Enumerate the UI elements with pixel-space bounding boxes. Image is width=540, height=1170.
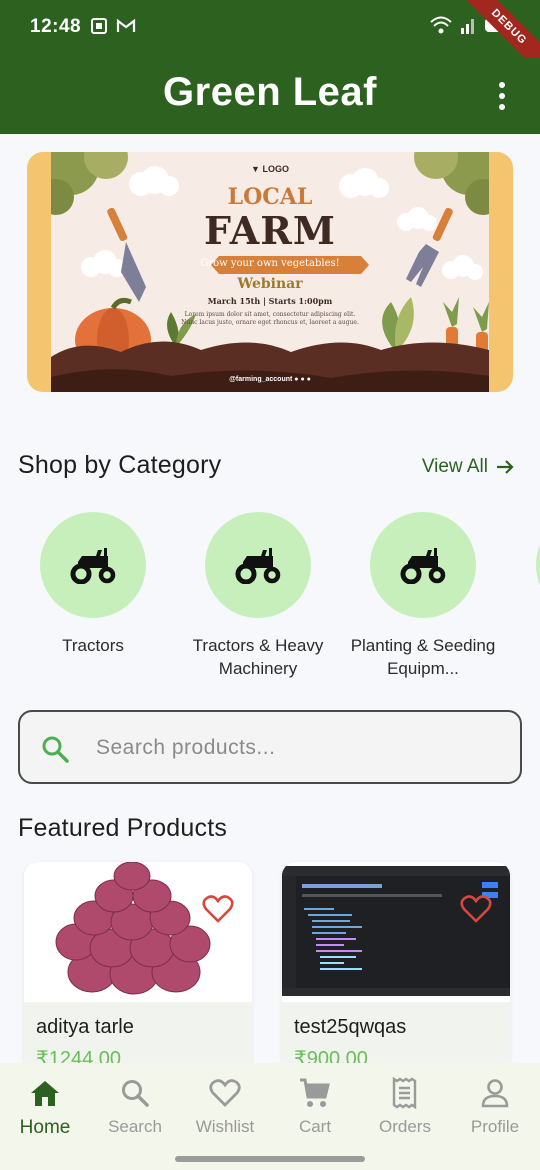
banner-date: March 15th | Starts 1:00pm [207,296,333,306]
nav-wishlist-label: Wishlist [195,1117,255,1136]
notification-icons [90,16,136,36]
category-item-partial[interactable] [536,512,540,618]
search-bar[interactable] [18,710,522,784]
promo-banner[interactable]: ▼ LOGO LOCAL FARM Grow your own vegetabl… [27,152,513,392]
category-label: Tractors [62,636,124,655]
product-image-screenshot [282,862,510,1002]
nav-home[interactable]: Home [0,1075,90,1139]
cart-icon [300,1078,330,1107]
status-bar: 12:48 DEBUG [0,0,540,81]
nav-search-label: Search [108,1117,162,1136]
category-list: Tractors Tractors & Heavy Machinery Plan… [0,512,540,682]
category-label: Planting & Seeding Equipm... [350,636,496,678]
home-indicator[interactable] [175,1156,365,1162]
wifi-icon [430,16,452,34]
banner-headline-local: LOCAL [227,184,313,210]
product-card[interactable]: test25qwqas ₹900.00 [282,862,510,1072]
banner-handle: @farming_account ● ● ● [229,376,311,383]
signal-icon [461,19,474,34]
featured-section-title: Featured Products [18,814,228,842]
nav-home-label: Home [19,1117,71,1138]
receipt-icon [392,1077,417,1109]
app-bar: Green Leaf [0,58,540,134]
category-item-tractors[interactable]: Tractors [3,512,183,657]
product-info: test25qwqas ₹900.00 [282,1002,510,1072]
nav-wishlist[interactable]: Wishlist [180,1075,270,1137]
nav-cart-label: Cart [298,1117,332,1136]
tractor-icon [70,548,116,584]
tractor-icon [400,548,446,584]
tractor-icon [235,548,281,584]
view-all-label: View All [421,456,488,477]
nav-orders[interactable]: Orders [360,1075,450,1137]
category-circle [205,512,311,618]
product-image-onions [24,862,252,1002]
arrow-right-icon [497,460,514,474]
home-icon [31,1081,59,1106]
banner-headline-farm: FARM [204,208,336,253]
view-all-link[interactable]: View All [422,456,514,478]
category-item-planting-seeding[interactable]: Planting & Seeding Equipm... [333,512,513,680]
banner-body-2: Nunc lacus justo, ornare eget rhoncus et… [181,319,359,326]
wishlist-heart-icon[interactable] [202,894,234,924]
product-info: aditya tarle ₹1244.00 [24,1002,252,1072]
nav-profile[interactable]: Profile [450,1075,540,1137]
gmail-icon [116,18,136,32]
screenshot-icon [91,18,107,34]
banner-event: Webinar [237,276,303,292]
nav-profile-label: Profile [470,1117,520,1136]
category-circle [370,512,476,618]
wishlist-heart-icon[interactable] [460,894,492,924]
product-name: test25qwqas [294,1016,407,1038]
person-icon [481,1079,509,1108]
search-icon [122,1080,149,1107]
category-item-tractors-heavy-machinery[interactable]: Tractors & Heavy Machinery [168,512,348,680]
nav-orders-label: Orders [379,1117,431,1136]
banner-artwork: ▼ LOGO LOCAL FARM Grow your own vegetabl… [51,152,489,392]
nav-cart[interactable]: Cart [270,1075,360,1137]
app-title: Green Leaf [163,70,377,114]
bottom-navigation: Home Search Wishlist Cart Orders Profile [0,1063,540,1170]
search-icon [42,736,69,763]
banner-logo: ▼ LOGO [251,164,289,174]
nav-search[interactable]: Search [90,1075,180,1137]
heart-icon [209,1079,241,1107]
category-section-title: Shop by Category [18,451,222,479]
banner-tagline: Grow your own vegetables! [200,258,340,269]
category-label: Tractors & Heavy Machinery [192,636,324,678]
product-card[interactable]: aditya tarle ₹1244.00 [24,862,252,1072]
product-name: aditya tarle [36,1016,134,1038]
status-time: 12:48 [30,16,82,37]
category-circle [40,512,146,618]
more-options-icon[interactable] [490,80,514,112]
search-input[interactable] [96,730,496,766]
banner-body-1: Lorem ipsum dolor sit amet, consectetur … [184,311,356,318]
